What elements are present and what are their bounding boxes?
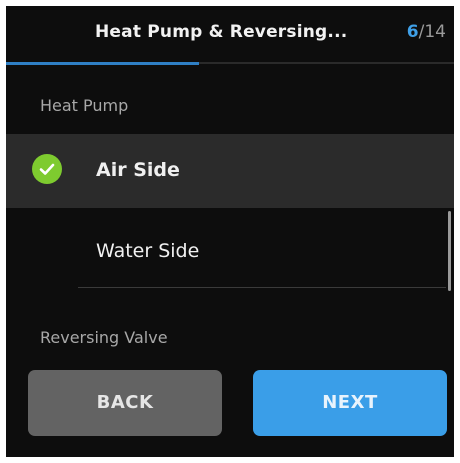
- option-air-side[interactable]: Air Side: [6, 134, 454, 208]
- check-circle-icon: [32, 154, 62, 184]
- option-label: Air Side: [96, 159, 180, 181]
- section-label-heat-pump: Heat Pump: [40, 96, 129, 115]
- divider: [78, 287, 446, 288]
- option-label: Water Side: [96, 240, 200, 262]
- progress-bar-fill: [6, 62, 199, 65]
- step-total: 14: [424, 22, 446, 42]
- section-label-reversing-valve: Reversing Valve: [40, 328, 168, 347]
- option-water-side[interactable]: Water Side: [6, 210, 454, 280]
- step-counter: 6/14: [407, 22, 446, 42]
- scrollbar[interactable]: [448, 211, 451, 291]
- back-button[interactable]: BACK: [28, 370, 222, 436]
- progress-bar: [6, 62, 454, 65]
- step-current: 6: [406, 22, 419, 42]
- next-button[interactable]: NEXT: [253, 370, 447, 436]
- wizard-screen: Heat Pump & Reversing... 6/14 Heat Pump …: [6, 6, 454, 457]
- page-title: Heat Pump & Reversing...: [95, 22, 348, 42]
- header: Heat Pump & Reversing... 6/14: [6, 6, 454, 62]
